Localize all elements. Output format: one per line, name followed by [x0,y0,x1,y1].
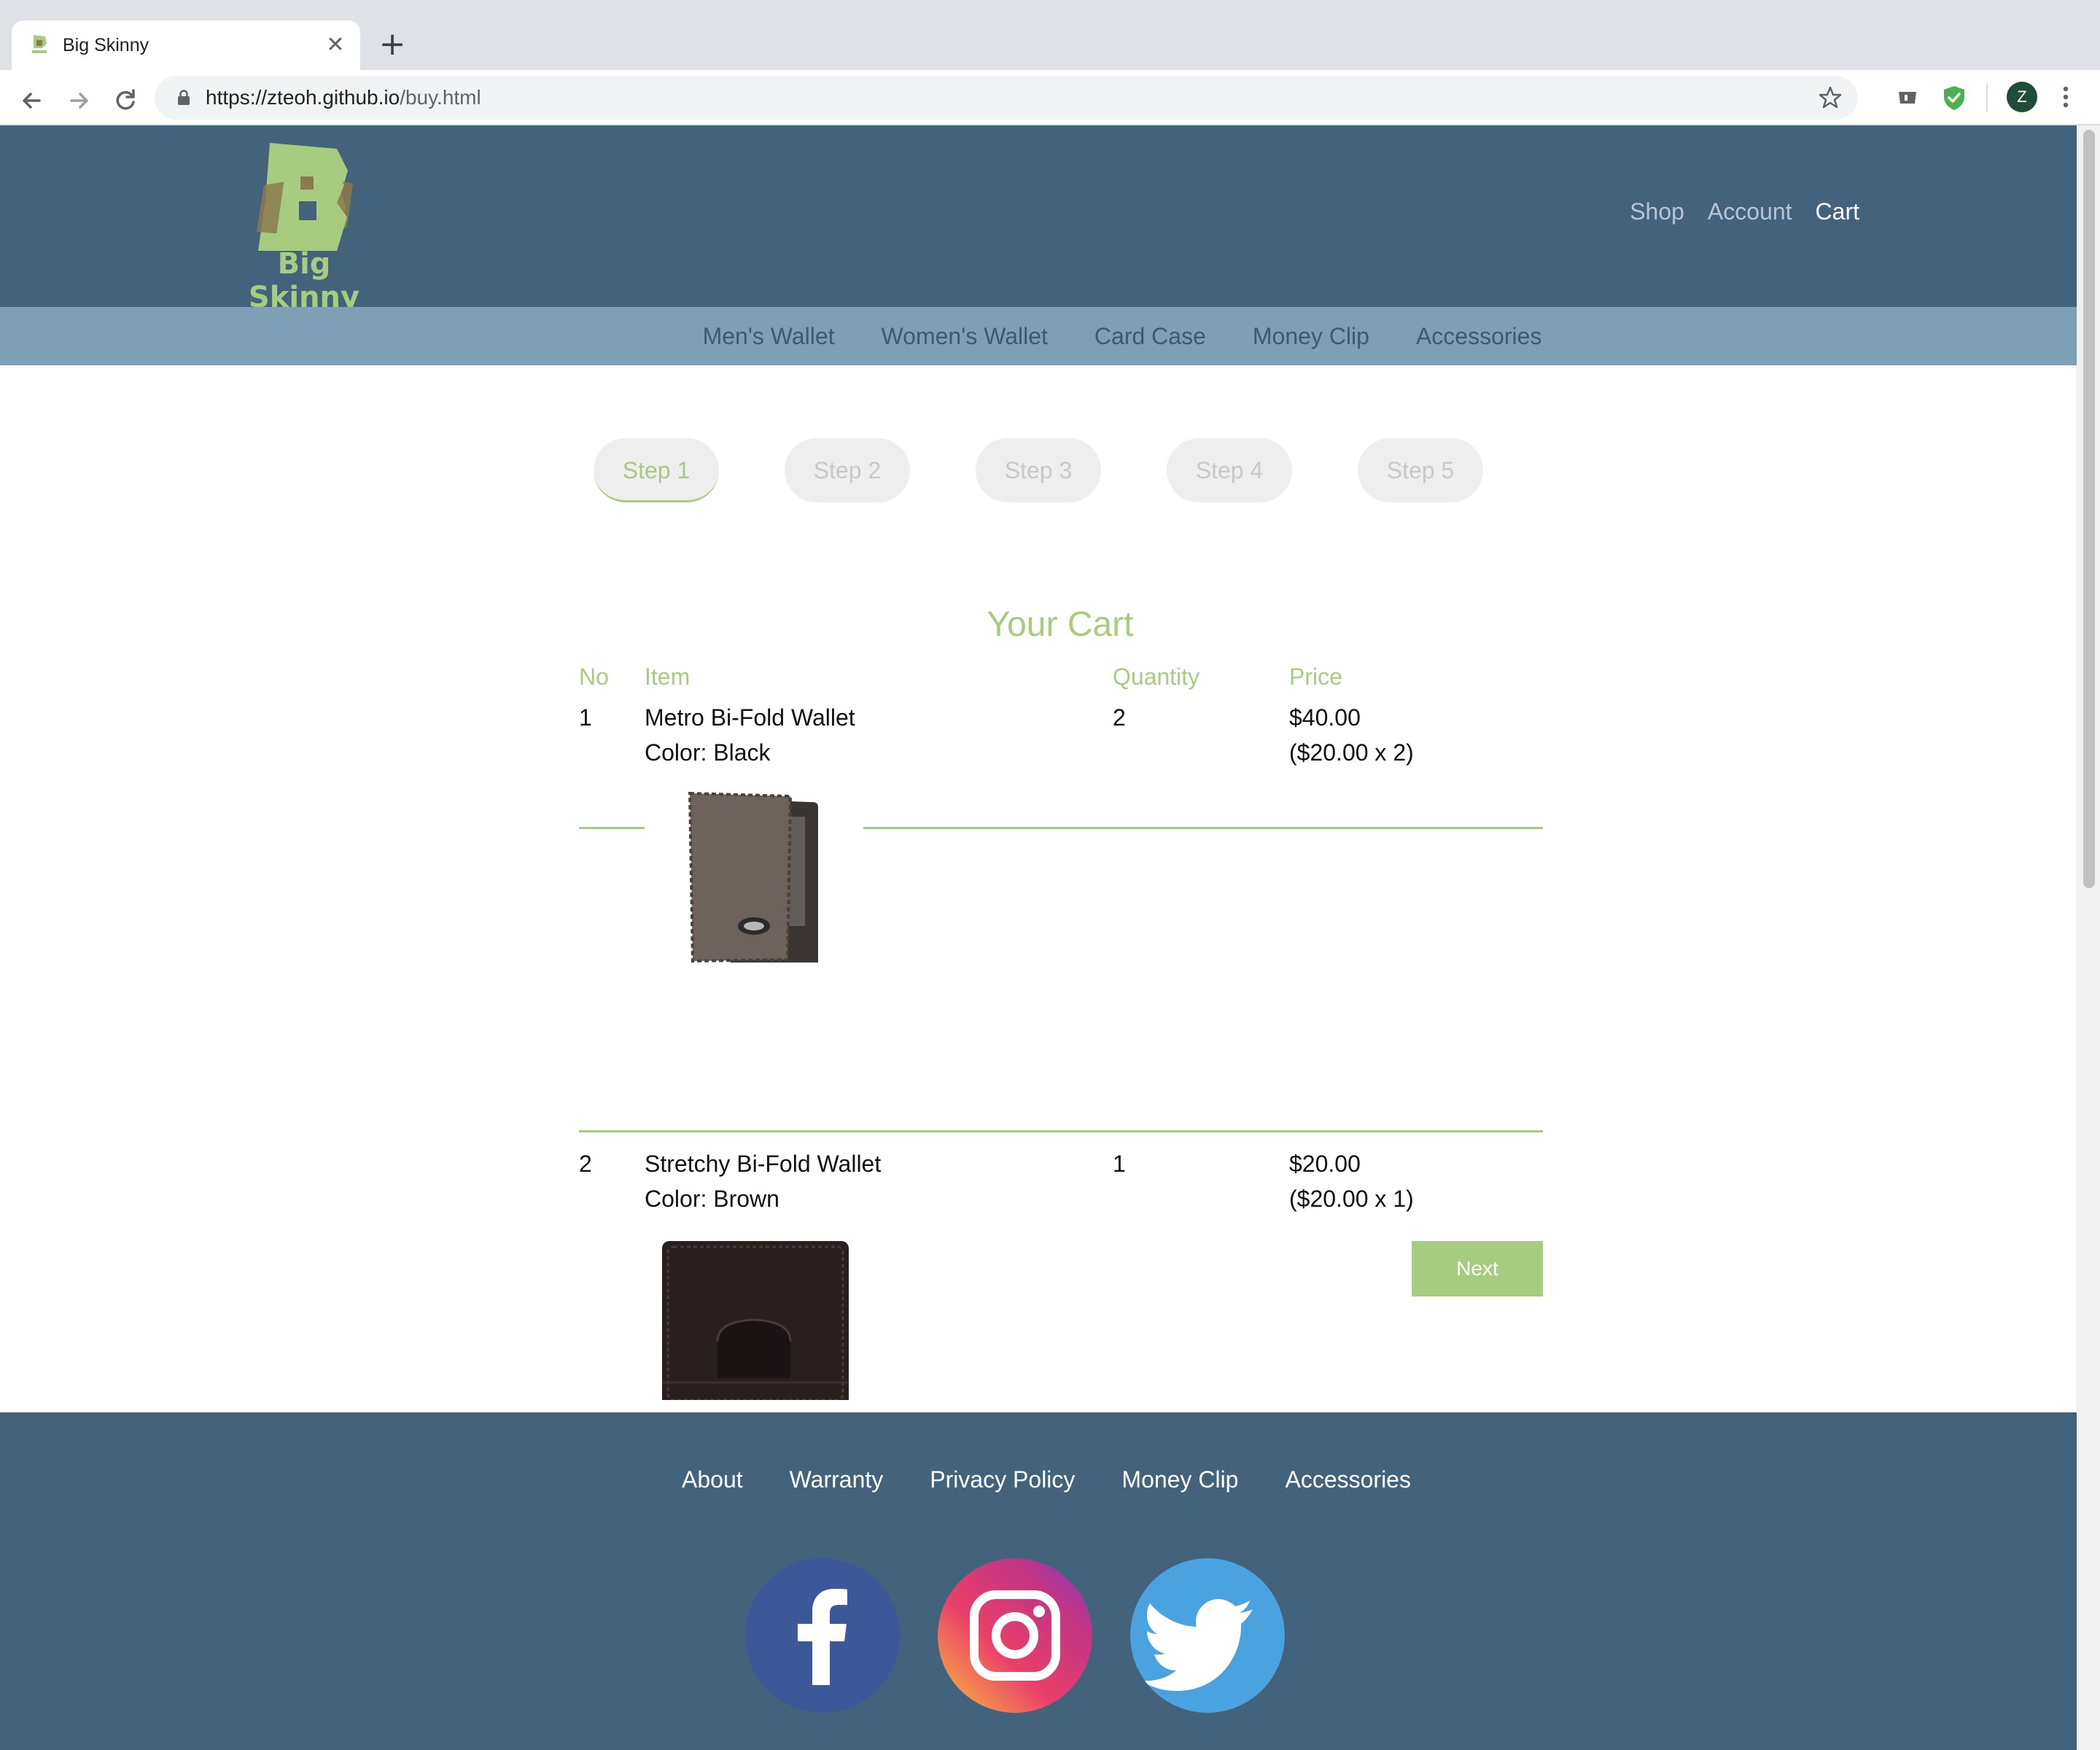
site-header: Big Skinny Shop Account Cart [0,125,2077,314]
category-mens-wallet[interactable]: Men's Wallet [703,307,835,365]
address-bar[interactable]: https://zteoh.github.io/buy.html [155,76,1858,120]
footer-link-about[interactable]: About [682,1465,743,1494]
nav-account[interactable]: Account [1708,197,1792,226]
column-header-quantity: Quantity [1113,664,1200,690]
column-header-price: Price [1289,664,1342,690]
tab-close-icon[interactable]: ✕ [322,32,349,58]
column-header-no: No [579,664,609,690]
item-color: Color: Brown [645,1186,779,1212]
instagram-icon[interactable] [938,1558,1092,1713]
category-card-case[interactable]: Card Case [1094,307,1206,365]
social-links [745,1558,1285,1713]
scrollbar-thumb[interactable] [2083,130,2095,888]
footer-link-warranty[interactable]: Warranty [790,1465,884,1494]
category-accessories[interactable]: Accessories [1416,307,1542,365]
forward-arrow-icon[interactable] [63,85,95,117]
step-4[interactable]: Step 4 [1167,438,1292,502]
back-arrow-icon[interactable] [16,85,48,117]
browser-menu-icon[interactable] [2055,82,2077,112]
footer-link-privacy-policy[interactable]: Privacy Policy [930,1465,1075,1494]
big-skinny-logo-icon [257,143,353,251]
twitter-icon[interactable] [1130,1558,1285,1713]
item-color: Color: Black [645,739,771,766]
item-name[interactable]: Stretchy Bi-Fold Wallet [645,1146,881,1181]
facebook-icon[interactable] [745,1558,900,1713]
toolbar-divider [1986,83,1988,112]
logo-text: Big Skinny [248,247,360,314]
new-tab-button[interactable]: + [376,28,408,61]
next-button[interactable]: Next [1412,1241,1543,1296]
item-quantity: 2 [1113,704,1126,731]
profile-avatar[interactable]: Z [2007,82,2037,112]
nav-cart[interactable]: Cart [1816,197,1859,226]
row-number: 2 [579,1151,592,1177]
page-title: Your Cart [987,605,1134,644]
nav-shop[interactable]: Shop [1630,197,1684,226]
browser-toolbar: https://zteoh.github.io/buy.html [0,70,2100,125]
row-divider [579,1130,1543,1132]
page-scrollbar[interactable] [2077,125,2100,1750]
site-logo[interactable]: Big Skinny [228,141,381,314]
url-host: https://zteoh.github.io [206,86,400,109]
browser-tab[interactable]: Big Skinny ✕ [12,20,360,70]
stretchy-wallet-image [645,1225,863,1406]
shield-check-icon[interactable] [1940,83,1969,112]
metro-wallet-image [645,788,863,971]
url-path: /buy.html [400,86,481,109]
category-nav: Men's Wallet Women's Wallet Card Case Mo… [0,307,2077,365]
step-1[interactable]: Step 1 [594,438,719,502]
site-footer: About Warranty Privacy Policy Money Clip… [0,1412,2077,1750]
step-5[interactable]: Step 5 [1358,438,1483,502]
site-favicon-icon [32,35,47,53]
page-viewport: Big Skinny Shop Account Cart Men's Walle… [0,125,2077,1750]
extension-tag-icon[interactable] [1893,83,1922,112]
item-price-detail: ($20.00 x 1) [1289,1186,1414,1212]
checkout-steps: Step 1 Step 2 Step 3 Step 4 Step 5 [594,438,1483,502]
step-2[interactable]: Step 2 [785,438,910,502]
column-header-item: Item [645,664,691,690]
footer-link-accessories[interactable]: Accessories [1285,1465,1411,1494]
item-price: $40.00 [1289,704,1361,731]
lock-icon [178,90,190,105]
step-3[interactable]: Step 3 [976,438,1101,502]
bookmark-star-icon[interactable] [1817,85,1843,111]
item-name[interactable]: Metro Bi-Fold Wallet [645,700,855,735]
footer-nav: About Warranty Privacy Policy Money Clip… [0,1465,2077,1494]
url-text: https://zteoh.github.io/buy.html [206,76,481,120]
item-price: $20.00 [1289,1151,1361,1177]
item-price-detail: ($20.00 x 2) [1289,739,1414,766]
row-number: 1 [579,704,592,731]
browser-tabstrip: Big Skinny ✕ + [0,0,2100,70]
footer-link-money-clip[interactable]: Money Clip [1121,1465,1238,1494]
category-money-clip[interactable]: Money Clip [1253,307,1369,365]
item-quantity: 1 [1113,1151,1126,1177]
tab-title: Big Skinny [63,35,149,55]
reload-icon[interactable] [109,85,141,117]
category-womens-wallet[interactable]: Women's Wallet [882,307,1048,365]
top-nav: Shop Account Cart [1630,197,1859,226]
